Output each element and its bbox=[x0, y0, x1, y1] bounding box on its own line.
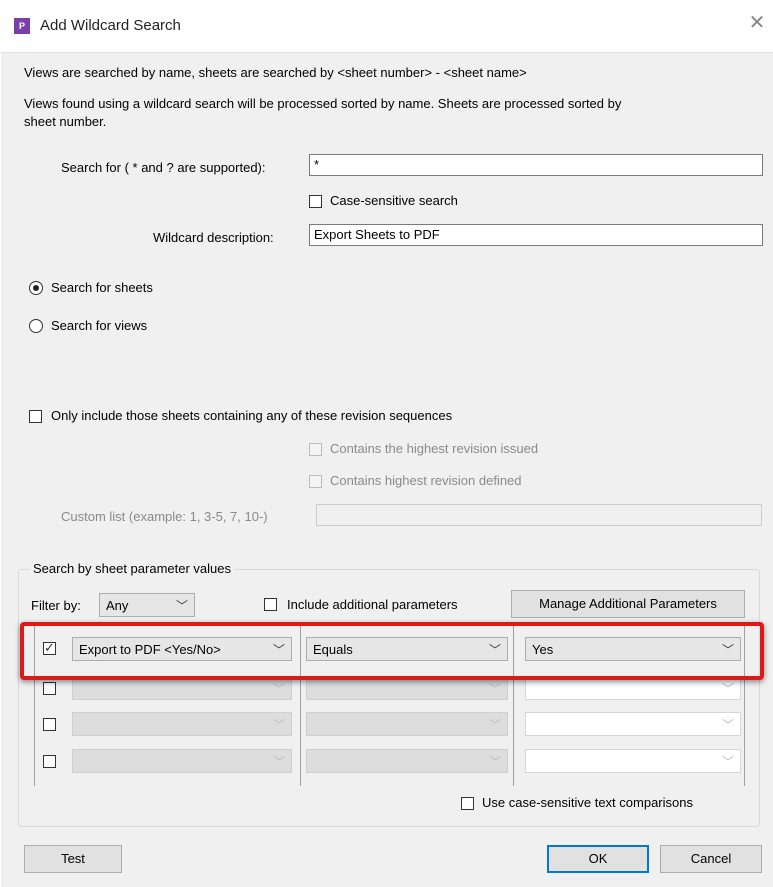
filter-by-dropdown[interactable]: Any ﹀ bbox=[99, 593, 195, 617]
chevron-down-icon: ﹀ bbox=[272, 755, 285, 769]
wildcard-description-label: Wildcard description: bbox=[153, 230, 274, 245]
close-icon[interactable]: ✕ bbox=[746, 12, 768, 34]
row-1-value-value: Yes bbox=[532, 642, 554, 657]
test-button[interactable]: Test bbox=[24, 845, 122, 873]
highest-issued-checkbox[interactable] bbox=[309, 443, 322, 456]
manage-additional-parameters-button[interactable]: Manage Additional Parameters bbox=[511, 590, 745, 618]
info-line-2a: Views found using a wildcard search will… bbox=[24, 96, 622, 111]
search-views-radio[interactable] bbox=[29, 319, 43, 333]
search-views-label: Search for views bbox=[51, 318, 148, 333]
ok-button[interactable]: OK bbox=[547, 845, 649, 873]
chevron-down-icon: ﹀ bbox=[272, 718, 285, 732]
include-additional-checkbox[interactable] bbox=[264, 598, 277, 611]
case-sensitive-label: Case-sensitive search bbox=[330, 193, 458, 208]
row-2-checkbox[interactable] bbox=[43, 682, 56, 695]
info-line-2b: sheet number. bbox=[24, 114, 107, 129]
row-3-operator-dropdown[interactable]: ﹀ bbox=[306, 712, 508, 736]
title-bar: P Add Wildcard Search ✕ bbox=[0, 0, 773, 52]
row-2-value-dropdown[interactable]: ﹀ bbox=[525, 676, 741, 700]
row-2-parameter-dropdown[interactable]: ﹀ bbox=[72, 676, 292, 700]
custom-list-label: Custom list (example: 1, 3-5, 7, 10-) bbox=[61, 509, 268, 524]
chevron-down-icon: ﹀ bbox=[488, 755, 501, 769]
row-3-value-dropdown[interactable]: ﹀ bbox=[525, 712, 741, 736]
chevron-down-icon: ﹀ bbox=[721, 755, 734, 769]
grid-divider bbox=[744, 624, 745, 786]
chevron-down-icon: ﹀ bbox=[488, 643, 501, 657]
highest-issued-label: Contains the highest revision issued bbox=[330, 441, 539, 456]
only-include-revisions-checkbox[interactable] bbox=[29, 410, 42, 423]
app-icon: P bbox=[14, 18, 30, 34]
chevron-down-icon: ﹀ bbox=[721, 682, 734, 696]
chevron-down-icon: ﹀ bbox=[272, 682, 285, 696]
search-sheets-radio[interactable] bbox=[29, 281, 43, 295]
custom-list-input[interactable] bbox=[316, 504, 762, 526]
filter-by-label: Filter by: bbox=[31, 598, 81, 613]
grid-divider bbox=[300, 624, 301, 786]
case-sensitive-checkbox[interactable] bbox=[309, 195, 322, 208]
chevron-down-icon: ﹀ bbox=[721, 718, 734, 732]
grid-divider bbox=[513, 624, 514, 786]
only-include-revisions-label: Only include those sheets containing any… bbox=[51, 408, 453, 423]
row-1-checkbox[interactable] bbox=[43, 640, 56, 656]
chevron-down-icon: ﹀ bbox=[721, 643, 734, 657]
row-4-value-dropdown[interactable]: ﹀ bbox=[525, 749, 741, 773]
row-1-parameter-dropdown[interactable]: Export to PDF <Yes/No> ﹀ bbox=[72, 637, 292, 661]
row-1-operator-value: Equals bbox=[313, 642, 353, 657]
chevron-down-icon: ﹀ bbox=[488, 682, 501, 696]
search-sheets-label: Search for sheets bbox=[51, 280, 153, 295]
row-2-operator-dropdown[interactable]: ﹀ bbox=[306, 676, 508, 700]
row-4-operator-dropdown[interactable]: ﹀ bbox=[306, 749, 508, 773]
chevron-down-icon: ﹀ bbox=[272, 643, 285, 657]
row-4-checkbox[interactable] bbox=[43, 755, 56, 768]
info-line-1: Views are searched by name, sheets are s… bbox=[24, 65, 527, 80]
filter-by-value: Any bbox=[106, 598, 129, 613]
chevron-down-icon: ﹀ bbox=[488, 718, 501, 732]
window-title: Add Wildcard Search bbox=[40, 17, 181, 34]
include-additional-label: Include additional parameters bbox=[287, 597, 458, 612]
wildcard-description-input[interactable]: Export Sheets to PDF bbox=[309, 224, 763, 246]
search-for-label: Search for ( * and ? are supported): bbox=[61, 160, 266, 175]
parameter-group-title: Search by sheet parameter values bbox=[30, 561, 234, 576]
row-3-checkbox[interactable] bbox=[43, 718, 56, 731]
highest-defined-checkbox[interactable] bbox=[309, 475, 322, 488]
case-sensitive-text-checkbox[interactable] bbox=[461, 797, 474, 810]
cancel-button[interactable]: Cancel bbox=[660, 845, 762, 873]
row-1-parameter-value: Export to PDF <Yes/No> bbox=[79, 642, 221, 657]
case-sensitive-text-label: Use case-sensitive text comparisons bbox=[482, 795, 693, 810]
highest-defined-label: Contains highest revision defined bbox=[330, 473, 522, 488]
row-3-parameter-dropdown[interactable]: ﹀ bbox=[72, 712, 292, 736]
row-4-parameter-dropdown[interactable]: ﹀ bbox=[72, 749, 292, 773]
grid-divider bbox=[34, 624, 35, 786]
row-1-value-dropdown[interactable]: Yes ﹀ bbox=[525, 637, 741, 661]
search-for-input[interactable]: * bbox=[309, 154, 763, 176]
chevron-down-icon: ﹀ bbox=[175, 599, 188, 613]
row-1-operator-dropdown[interactable]: Equals ﹀ bbox=[306, 637, 508, 661]
